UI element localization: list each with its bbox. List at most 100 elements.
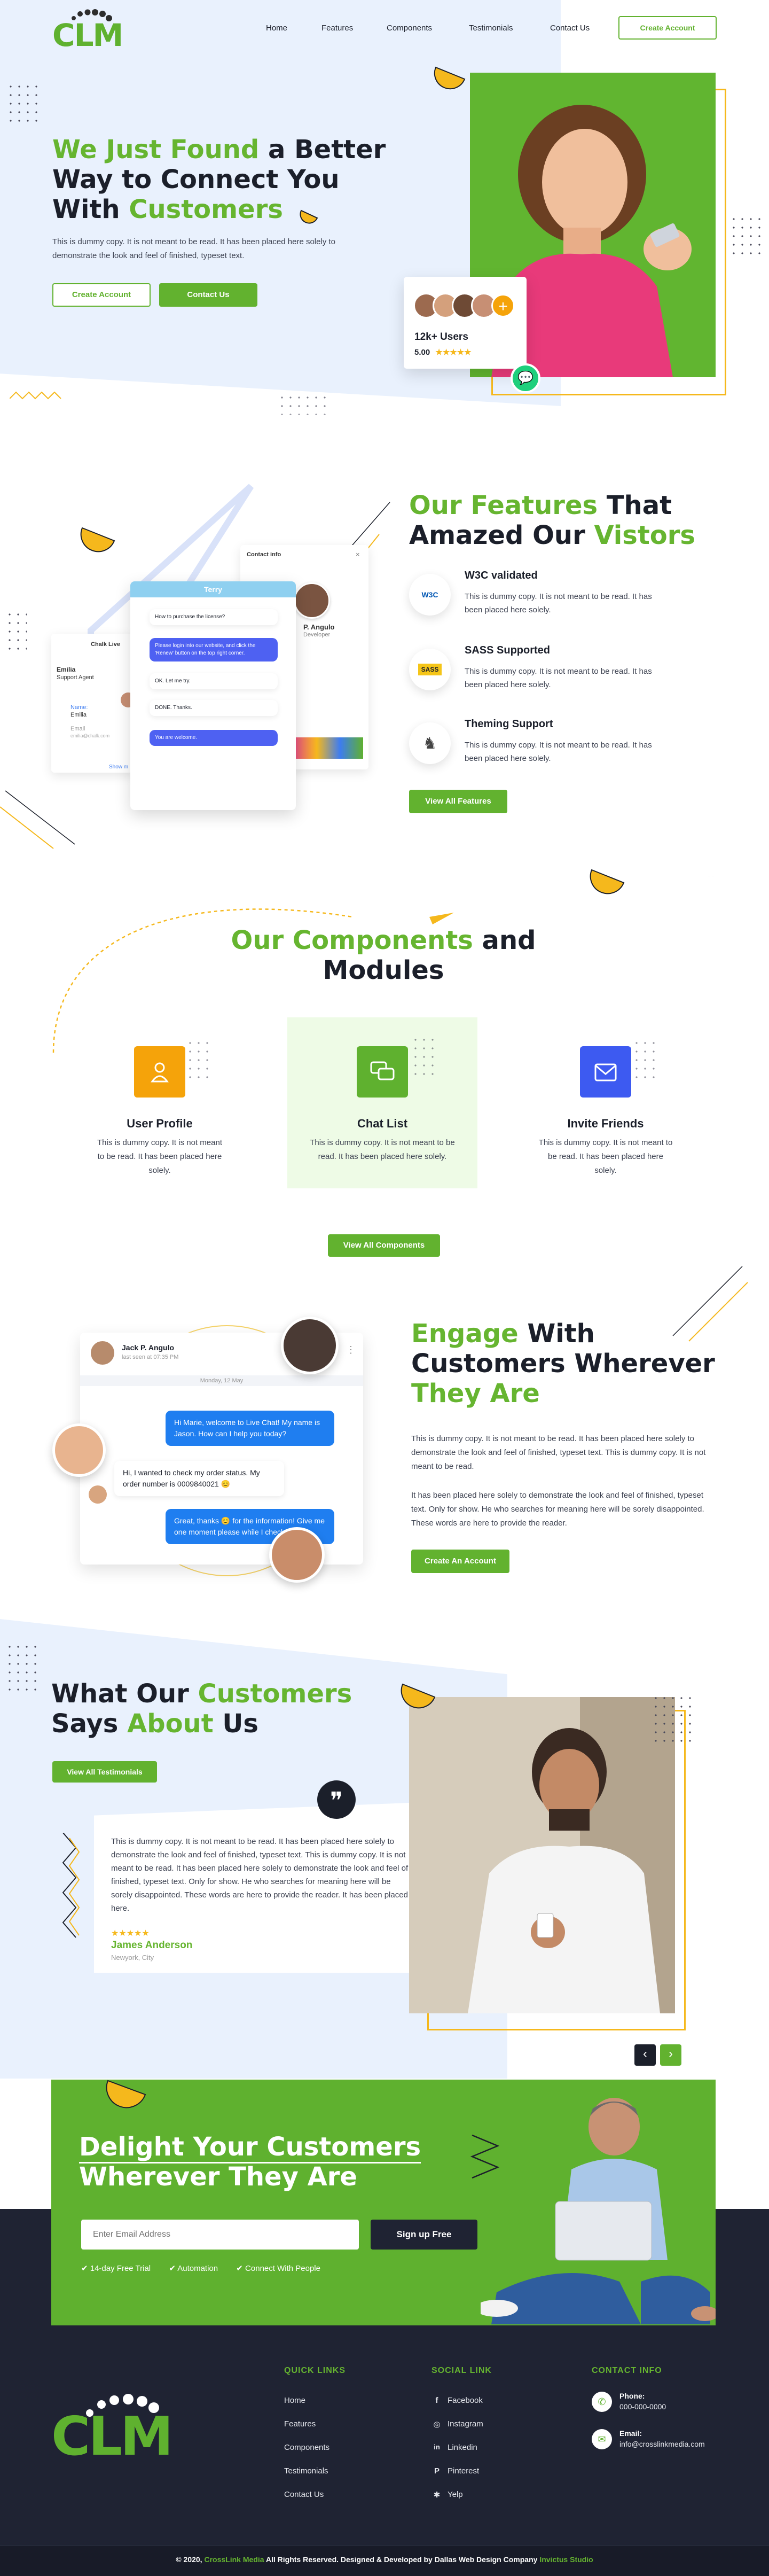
cta-taco [103, 2066, 151, 2114]
cta-title: Delight Your Customers Wherever They Are [79, 2132, 453, 2192]
components-title: Our Components and Modules [51, 925, 716, 985]
nav-testimonials[interactable]: Testimonials [469, 24, 513, 33]
feature-item-sass: SASS SASS Supported This is dummy copy. … [409, 644, 665, 703]
hero-title-dark-1: a Better [259, 135, 386, 165]
logo[interactable]: CLM [51, 5, 131, 53]
rating-value: 5.00 [414, 348, 430, 357]
hero-dots-left [6, 82, 42, 126]
chat-bubble-icon[interactable]: 💬 [511, 363, 540, 393]
testimonials-dots [5, 1643, 37, 1696]
footer-logo[interactable]: CLM [51, 2388, 190, 2463]
component-title: Chat List [357, 1117, 408, 1130]
testimonials-next-button[interactable]: › [660, 2044, 681, 2066]
phone-icon: ✆ [592, 2392, 612, 2412]
engage-chat-message: Hi Marie, welcome to Live Chat! My name … [166, 1411, 334, 1446]
taco-icon [299, 201, 320, 224]
component-card-invite-friends[interactable]: Invite Friends This is dummy copy. It is… [531, 1017, 680, 1194]
nav-home[interactable]: Home [266, 24, 287, 33]
instagram-icon: ◎ [433, 2420, 441, 2429]
yelp-icon: ✱ [433, 2491, 441, 2500]
hero-title-green-2: Customers [129, 194, 283, 224]
footer-link-features[interactable]: Features [284, 2419, 316, 2429]
features-title-green-2: Vistors [594, 520, 695, 550]
footer-link-home[interactable]: Home [284, 2396, 305, 2405]
features-taco [77, 515, 120, 558]
avatar [89, 1485, 107, 1504]
cta-perk: Connect With People [245, 2264, 320, 2273]
footer-social-facebook[interactable]: Facebook [448, 2396, 483, 2405]
email-icon: ✉ [592, 2429, 612, 2449]
footer-social-yelp[interactable]: Yelp [448, 2490, 463, 2499]
cta-perk: Automation [177, 2264, 218, 2273]
header-create-account-button[interactable]: Create Account [618, 16, 717, 40]
engage-title: Engage With Customers Wherever They Are [411, 1319, 753, 1408]
users-rating: 5.00 ★★★★★ [414, 347, 472, 357]
testimonials-title-dark-2: Says [51, 1709, 128, 1739]
engage-chat-seen: last seen at 07:35 PM [122, 1354, 179, 1360]
contact-info-title: CONTACT INFO [592, 2366, 662, 2375]
mock-email-value: emilia@chalk.com [70, 733, 110, 738]
components-title-green: Our Components [231, 925, 473, 955]
hero-contact-button[interactable]: Contact Us [159, 283, 257, 307]
testimonials-title-dark-3: Us [213, 1709, 258, 1739]
testimonials-taco [397, 1671, 440, 1714]
mock-chat-name: Terry [204, 585, 222, 594]
mock-show-more[interactable]: Show m [109, 764, 128, 770]
feature-title: W3C validated [465, 570, 538, 581]
engage-chat-name: Jack P. Angulo [122, 1343, 175, 1352]
testimonials-prev-button[interactable]: ‹ [634, 2044, 656, 2066]
pinterest-icon: P [434, 2466, 440, 2476]
mock-agent-role: Support Agent [57, 674, 94, 681]
footer-social-pinterest[interactable]: Pinterest [448, 2466, 479, 2476]
copyright-studio[interactable]: Invictus Studio [539, 2555, 593, 2564]
mock-chat-header: Terry [130, 581, 296, 597]
engage-chat-message: Hi, I wanted to check my order status. M… [114, 1461, 284, 1496]
create-an-account-button[interactable]: Create An Account [411, 1550, 509, 1573]
feature-title: Theming Support [465, 718, 553, 730]
theme-icon: ♞ [409, 722, 451, 764]
footer-copyright: © 2020, CrossLink Media All Rights Reser… [0, 2555, 769, 2564]
add-user-icon[interactable]: + [491, 294, 515, 317]
component-card-user-profile[interactable]: User Profile This is dummy copy. It is n… [88, 1017, 232, 1194]
avatar [52, 1423, 106, 1477]
components-title-dark-2: Modules [323, 955, 444, 985]
view-all-features-button[interactable]: View All Features [409, 790, 507, 813]
view-all-testimonials-button[interactable]: View All Testimonials [52, 1761, 157, 1783]
mock-chat-message: Please login into our website, and click… [150, 638, 278, 661]
footer-email[interactable]: info@crosslinkmedia.com [619, 2440, 705, 2448]
cta-email-input[interactable] [81, 2220, 359, 2250]
footer-email-label: Email: [619, 2429, 642, 2438]
check-icon: ✔ [236, 2264, 243, 2273]
hero-dots-bottom [278, 393, 329, 415]
mock-chat-message: You are welcome. [150, 730, 278, 746]
testimonials-dots-right [652, 1694, 694, 1747]
cta-title-line-2: Wherever They Are [79, 2162, 357, 2192]
nav-features[interactable]: Features [321, 24, 353, 33]
component-card-chat-list[interactable]: Chat List This is dummy copy. It is not … [287, 1017, 477, 1188]
testimonials-title-green-1: Customers [198, 1679, 352, 1709]
view-all-components-button[interactable]: View All Components [328, 1234, 440, 1257]
avatar [91, 1341, 114, 1365]
cta-signup-button[interactable]: Sign up Free [371, 2220, 477, 2250]
copyright-middle: All Rights Reserved. Designed & Develope… [264, 2555, 540, 2564]
footer-link-contact[interactable]: Contact Us [284, 2490, 324, 2499]
avatar [269, 1527, 325, 1583]
cta-perk: 14-day Free Trial [90, 2264, 151, 2273]
footer-phone[interactable]: 000-000-0000 [619, 2402, 666, 2411]
footer-link-components[interactable]: Components [284, 2443, 329, 2452]
chat-menu-icon[interactable]: ⋮ [346, 1344, 356, 1356]
mock-profile-name: P. Angulo [303, 623, 335, 631]
hero-title-dark-3: With [52, 194, 129, 224]
footer-social-instagram[interactable]: Instagram [448, 2419, 483, 2429]
copyright-brand[interactable]: CrossLink Media [204, 2555, 264, 2564]
hero-title: We Just Found a Better Way to Connect Yo… [52, 135, 415, 224]
footer-social-linkedin[interactable]: Linkedin [448, 2443, 477, 2452]
mock-close-icon[interactable]: × [356, 550, 360, 558]
testimonials-title-dark-1: What Our [51, 1679, 198, 1709]
nav-contact[interactable]: Contact Us [550, 24, 590, 33]
hero-create-account-button[interactable]: Create Account [52, 283, 151, 307]
chat-icon [357, 1046, 408, 1098]
sass-icon: SASS [409, 649, 451, 690]
nav-components[interactable]: Components [387, 24, 432, 33]
footer-link-testimonials[interactable]: Testimonials [284, 2466, 328, 2476]
